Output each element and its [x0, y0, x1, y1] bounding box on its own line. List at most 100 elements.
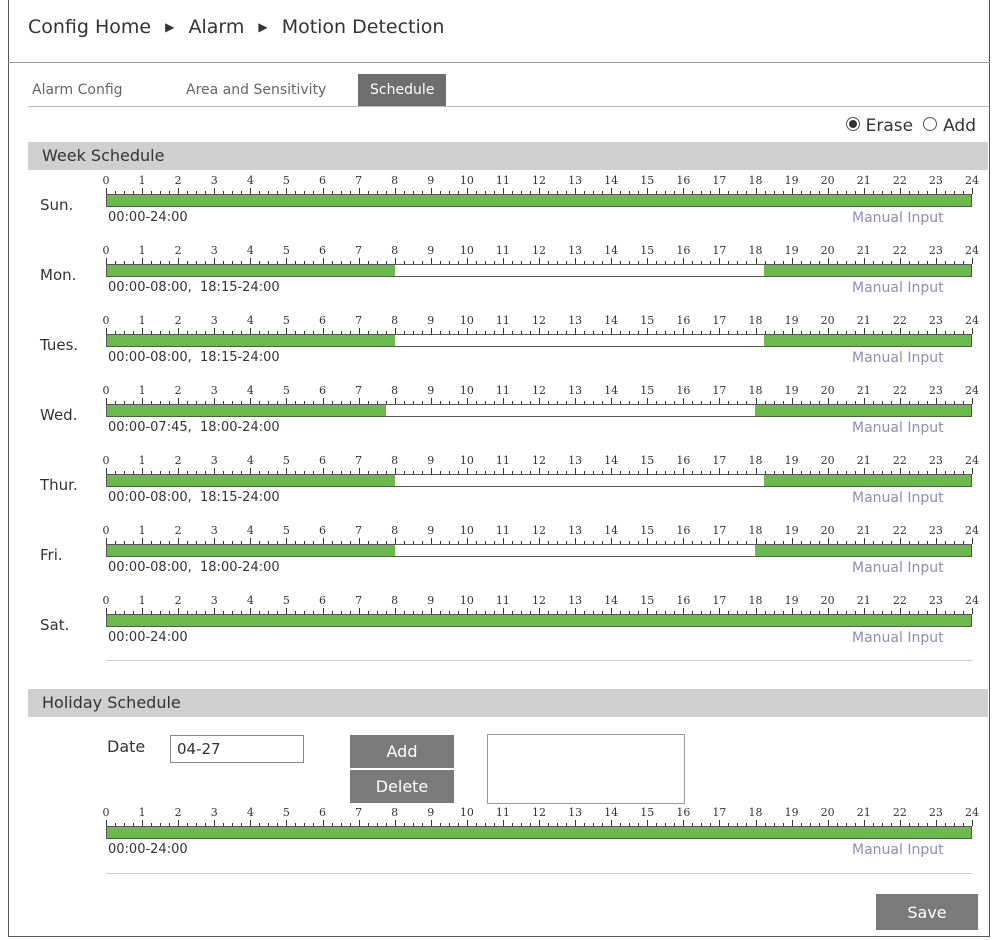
schedule-timeline-bar[interactable]: [106, 474, 972, 487]
manual-input-link[interactable]: Manual Input: [852, 350, 944, 366]
active-schedule-segment[interactable]: [764, 475, 971, 486]
manual-input-link[interactable]: Manual Input: [852, 210, 944, 226]
schedule-timeline-bar[interactable]: [106, 614, 972, 627]
manual-input-link[interactable]: Manual Input: [852, 630, 944, 646]
hour-tick-label: 24: [965, 594, 979, 607]
date-input[interactable]: [170, 735, 304, 763]
week-row: Tues. 0 1 2 3 4 5 6 7 8 9 10 11 12 13 14 15 16 17 18 19 20 21 2…: [28, 314, 988, 384]
hour-tick-label: 14: [604, 806, 619, 819]
active-schedule-segment[interactable]: [107, 827, 971, 838]
active-schedule-segment[interactable]: [107, 545, 395, 556]
active-schedule-segment[interactable]: [755, 405, 971, 416]
holiday-date-list[interactable]: [487, 734, 685, 804]
breadcrumb-item-alarm[interactable]: Alarm: [188, 16, 244, 38]
add-radio[interactable]: [923, 117, 938, 131]
active-schedule-segment[interactable]: [107, 475, 395, 486]
active-schedule-segment[interactable]: [107, 265, 395, 276]
manual-input-link[interactable]: Manual Input: [852, 280, 944, 296]
hour-tick-label: 14: [604, 244, 619, 257]
active-schedule-segment[interactable]: [764, 335, 971, 346]
hour-tick-label: 22: [892, 524, 907, 537]
hour-tick-label: 5: [282, 454, 290, 467]
tab-area-and-sensitivity[interactable]: Area and Sensitivity: [186, 74, 326, 106]
erase-radio[interactable]: [845, 117, 860, 131]
hour-tick-label: 3: [210, 384, 218, 397]
hour-tick-label: 14: [604, 174, 619, 187]
active-schedule-segment[interactable]: [755, 545, 971, 556]
schedule-timeline-bar[interactable]: [106, 334, 972, 347]
save-button[interactable]: Save: [876, 894, 978, 930]
hour-tick-label: 14: [604, 594, 619, 607]
hour-tick-label: 22: [892, 174, 907, 187]
hour-tick-label: 6: [319, 594, 326, 607]
manual-input-link[interactable]: Manual Input: [852, 842, 944, 858]
add-label[interactable]: Add: [943, 116, 976, 136]
week-schedule-title: Week Schedule: [42, 146, 165, 165]
hour-tick-label: 24: [965, 524, 979, 537]
schedule-timeline-bar[interactable]: [106, 264, 972, 277]
active-schedule-segment[interactable]: [764, 265, 971, 276]
hour-tick-label: 17: [712, 524, 727, 537]
schedule-ranges-text: 00:00-24:00: [108, 210, 188, 225]
active-schedule-segment[interactable]: [107, 195, 971, 206]
holiday-schedule-title: Holiday Schedule: [42, 693, 181, 712]
tab-schedule[interactable]: Schedule: [358, 74, 447, 106]
day-label: Fri.: [40, 546, 63, 564]
hour-tick-label: 11: [495, 524, 510, 537]
hour-tick-label: 1: [138, 174, 146, 187]
schedule-timeline-bar[interactable]: [106, 194, 972, 207]
active-schedule-segment[interactable]: [107, 405, 386, 416]
week-row: Sun. 0 1 2 3 4 5 6 7 8 9 10 11 12 13 14 15 16 17 18 19 20 21 22…: [28, 174, 988, 244]
hour-tick-label: 3: [210, 594, 218, 607]
hour-tick-label: 9: [427, 524, 435, 537]
tab-alarm-config[interactable]: Alarm Config: [32, 74, 123, 106]
hour-tick-label: 1: [138, 314, 146, 327]
hour-tick-label: 9: [427, 454, 435, 467]
hour-tick-label: 12: [532, 454, 546, 467]
hour-tick-label: 24: [965, 244, 979, 257]
schedule-ranges-text: 00:00-24:00: [108, 630, 188, 645]
hour-tick-label: 20: [820, 454, 835, 467]
hour-tick-label: 10: [459, 384, 474, 397]
hour-tick-label: 20: [820, 174, 835, 187]
schedule-ranges-text: 00:00-07:45, 18:00-24:00: [108, 420, 280, 435]
hour-tick-label: 5: [282, 384, 290, 397]
hour-tick-label: 8: [391, 806, 399, 819]
erase-label[interactable]: Erase: [866, 116, 913, 136]
hour-tick-label: 21: [856, 244, 871, 257]
breadcrumb-item-config-home[interactable]: Config Home: [28, 16, 151, 38]
add-date-button[interactable]: Add: [350, 735, 454, 768]
hour-tick-label: 11: [495, 314, 510, 327]
hour-tick-label: 24: [965, 806, 979, 819]
hour-tick-label: 3: [210, 244, 218, 257]
schedule-ranges-text: 00:00-08:00, 18:15-24:00: [108, 350, 280, 365]
hour-tick-label: 0: [102, 174, 110, 187]
manual-input-link[interactable]: Manual Input: [852, 560, 944, 576]
mode-selector: Erase Add: [845, 116, 976, 136]
hour-tick-label: 1: [138, 244, 146, 257]
hour-tick-mark: [972, 188, 973, 194]
schedule-timeline-bar[interactable]: [106, 404, 972, 417]
schedule-timeline-bar[interactable]: [106, 544, 972, 557]
active-schedule-segment[interactable]: [107, 615, 971, 626]
delete-date-button[interactable]: Delete: [350, 770, 454, 803]
hour-tick-label: 22: [892, 314, 907, 327]
hour-tick-label: 16: [676, 384, 691, 397]
hour-tick-label: 10: [459, 314, 474, 327]
active-schedule-segment[interactable]: [107, 335, 395, 346]
hour-tick-label: 2: [174, 594, 182, 607]
hour-tick-label: 23: [928, 314, 943, 327]
hour-tick-mark: [972, 608, 973, 614]
manual-input-link[interactable]: Manual Input: [852, 420, 944, 436]
hour-tick-label: 14: [604, 524, 619, 537]
hour-tick-label: 0: [102, 384, 110, 397]
hour-tick-label: 7: [355, 314, 363, 327]
hour-tick-label: 3: [210, 454, 218, 467]
hour-tick-label: 7: [355, 244, 363, 257]
hour-tick-label: 23: [928, 806, 943, 819]
hour-tick-label: 21: [856, 594, 871, 607]
hour-tick-label: 8: [391, 244, 399, 257]
manual-input-link[interactable]: Manual Input: [852, 490, 944, 506]
schedule-timeline-bar[interactable]: [106, 826, 972, 839]
hour-tick-label: 10: [459, 594, 474, 607]
